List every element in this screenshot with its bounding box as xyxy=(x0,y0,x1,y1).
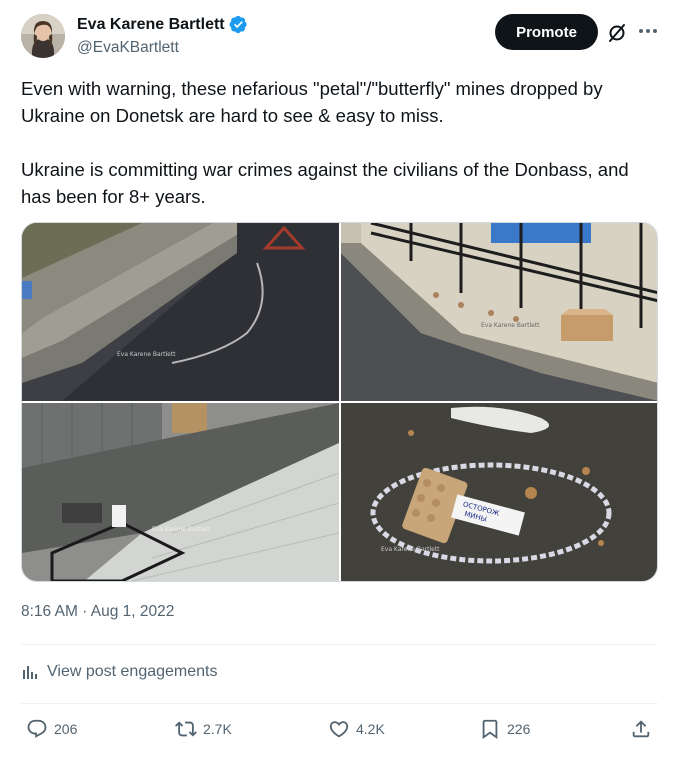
photo-watermark: Eva Karene Bartlett xyxy=(381,546,440,553)
reply-icon xyxy=(27,719,47,738)
grok-slash-icon[interactable] xyxy=(606,22,628,44)
verified-badge-icon[interactable] xyxy=(229,15,248,34)
post-photo[interactable]: ОСТОРОЖ МИНЫ Eva Karene Bartlett xyxy=(341,403,657,581)
post-photo[interactable]: Eva Karene Bartlett xyxy=(22,223,339,401)
bookmark-button[interactable]: 226 xyxy=(479,718,530,740)
divider xyxy=(21,703,658,704)
author-avatar[interactable] xyxy=(21,14,65,58)
view-engagements-label: View post engagements xyxy=(47,663,218,680)
heart-icon xyxy=(329,721,349,738)
author-name-row: Eva Karene Bartlett xyxy=(77,15,248,34)
post-text-paragraph: Ukraine is committing war crimes against… xyxy=(21,159,629,207)
post-text: Even with warning, these nefarious "peta… xyxy=(21,75,661,210)
share-button[interactable] xyxy=(630,718,652,740)
post-timestamp[interactable]: 8:16 AM · Aug 1, 2022 xyxy=(21,603,174,621)
photo-watermark: Eva Karene Bartlett xyxy=(117,351,176,358)
view-engagements-link[interactable]: View post engagements xyxy=(21,663,217,681)
tweet-post: Eva Karene Bartlett @EvaKBartlett Promot… xyxy=(0,0,681,757)
post-photo[interactable]: Eva Karene Bartlett xyxy=(22,403,339,581)
author-display-name[interactable]: Eva Karene Bartlett xyxy=(77,16,225,34)
bookmark-icon xyxy=(482,719,498,740)
repost-button[interactable]: 2.7K xyxy=(175,718,232,740)
post-text-paragraph: Even with warning, these nefarious "peta… xyxy=(21,78,603,126)
bookmark-count: 226 xyxy=(507,721,531,737)
repost-count: 2.7K xyxy=(203,721,232,737)
photo-watermark: Eva Karene Bartlett xyxy=(152,526,211,533)
media-grid: Eva Karene Bartlett Eva Karene Bartlett … xyxy=(21,222,658,582)
repost-icon xyxy=(175,721,197,737)
bar-chart-icon xyxy=(23,666,37,679)
share-icon xyxy=(632,720,650,738)
promote-button[interactable]: Promote xyxy=(495,14,598,50)
post-header: Eva Karene Bartlett @EvaKBartlett Promot… xyxy=(21,14,661,60)
like-count: 4.2K xyxy=(356,721,385,737)
action-bar: 206 2.7K 4.2K 226 xyxy=(21,718,661,746)
author-handle[interactable]: @EvaKBartlett xyxy=(77,39,179,57)
like-button[interactable]: 4.2K xyxy=(328,718,385,740)
divider xyxy=(21,644,658,645)
photo-watermark: Eva Karene Bartlett xyxy=(481,322,540,329)
ellipsis-icon[interactable] xyxy=(637,20,659,42)
post-photo[interactable]: Eva Karene Bartlett xyxy=(341,223,657,401)
reply-count: 206 xyxy=(54,721,78,737)
reply-button[interactable]: 206 xyxy=(26,718,77,740)
